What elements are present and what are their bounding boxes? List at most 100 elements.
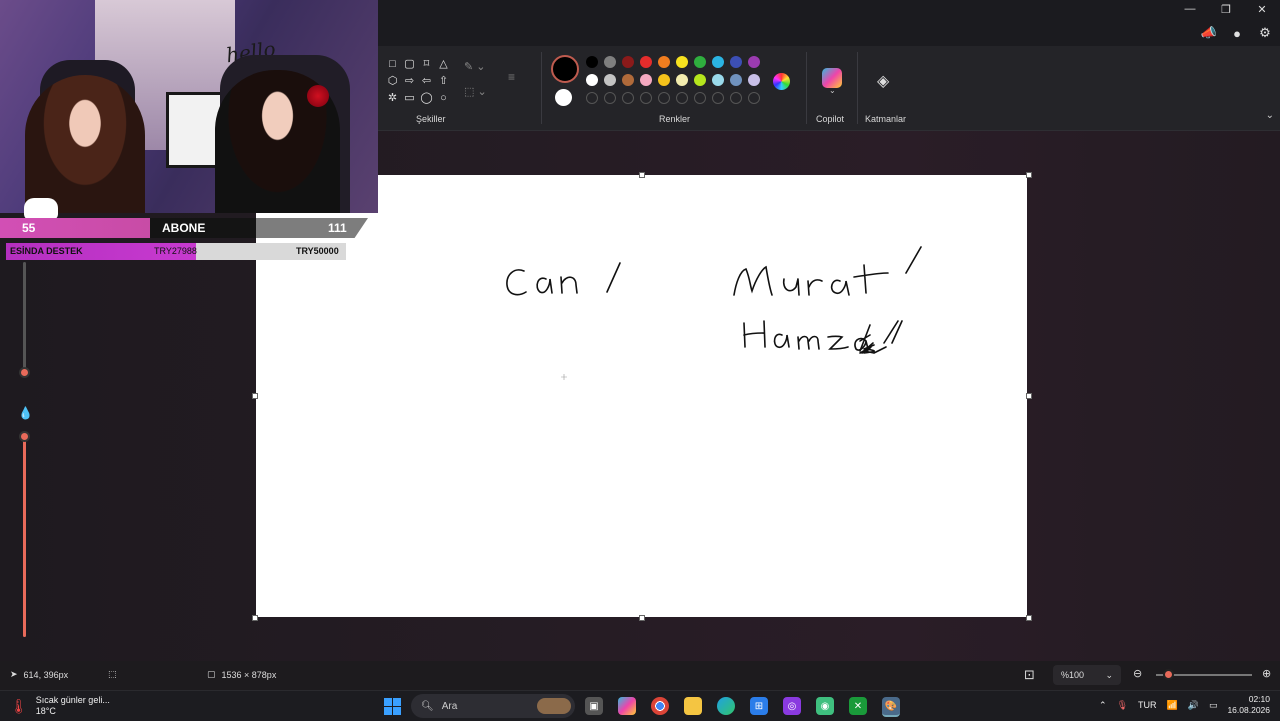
polygon-shape-icon[interactable]: ⌑: [418, 56, 435, 71]
triangle-shape-icon[interactable]: △: [435, 56, 452, 71]
layers-icon[interactable]: ◈: [877, 71, 889, 91]
copilot-icon[interactable]: [822, 68, 842, 88]
opacity-knob[interactable]: [19, 431, 30, 442]
weather-widget[interactable]: 🌡 Sıcak günler geli... 18°C: [10, 695, 110, 717]
resize-handle[interactable]: [252, 615, 258, 621]
resize-handle[interactable]: [1026, 172, 1032, 178]
zoom-dropdown[interactable]: %100 ⌄: [1053, 665, 1121, 685]
color-swatch[interactable]: [712, 56, 724, 68]
close-button[interactable]: ✕: [1244, 0, 1280, 18]
clock[interactable]: 02:10 16.08.2026: [1227, 694, 1270, 716]
subscriber-goal: 111: [328, 221, 347, 235]
edge-icon[interactable]: [717, 697, 735, 715]
task-view-icon[interactable]: ▣: [585, 697, 603, 715]
maximize-button[interactable]: ❐: [1208, 0, 1244, 18]
callout-shape-icon[interactable]: ▭: [401, 90, 418, 105]
copilot-app-icon[interactable]: [618, 697, 636, 715]
discord-icon[interactable]: ◉: [816, 697, 834, 715]
color-swatch[interactable]: [640, 74, 652, 86]
streaming-app-icon[interactable]: ◎: [783, 697, 801, 715]
color-swatch[interactable]: [622, 74, 634, 86]
chrome-icon[interactable]: [651, 697, 669, 715]
custom-color-slot[interactable]: [730, 92, 742, 104]
color-swatch[interactable]: [694, 74, 706, 86]
brush-size-slider[interactable]: [23, 262, 26, 374]
canvas-size-icon: ▢: [207, 669, 216, 679]
volume-icon[interactable]: 🔊: [1188, 700, 1199, 711]
color-swatch[interactable]: [730, 56, 742, 68]
color-swatch[interactable]: [748, 74, 760, 86]
color-swatch[interactable]: [586, 74, 598, 86]
custom-color-slot[interactable]: [658, 92, 670, 104]
chevron-up-icon[interactable]: ⌃: [1099, 700, 1107, 711]
zoom-in-icon[interactable]: ⊕: [1262, 667, 1271, 680]
battery-icon[interactable]: ▭: [1209, 700, 1218, 711]
rounded-rect-shape-icon[interactable]: ▢: [401, 56, 418, 71]
star-shape-icon[interactable]: ✲: [384, 90, 401, 105]
shape-fill-icon[interactable]: ⬚ ⌄: [464, 85, 487, 98]
resize-handle[interactable]: [1026, 393, 1032, 399]
custom-color-slot[interactable]: [586, 92, 598, 104]
resize-handle[interactable]: [1026, 615, 1032, 621]
zoom-out-icon[interactable]: ⊖: [1133, 667, 1142, 680]
stroke-size-icon[interactable]: ≡: [508, 70, 515, 84]
cloud-callout-shape-icon[interactable]: ○: [435, 90, 452, 105]
color-swatch[interactable]: [676, 56, 688, 68]
color-swatch[interactable]: [676, 74, 688, 86]
chevron-down-icon: ⌄: [1105, 669, 1113, 680]
custom-color-slot[interactable]: [748, 92, 760, 104]
color-swatch[interactable]: [712, 74, 724, 86]
right-arrow-shape-icon[interactable]: ⇨: [401, 73, 418, 88]
zoom-slider-knob[interactable]: [1163, 669, 1174, 680]
minimize-button[interactable]: —: [1172, 0, 1208, 18]
rectangle-shape-icon[interactable]: □: [384, 56, 401, 71]
language-indicator[interactable]: TUR: [1138, 700, 1157, 710]
color-swatch[interactable]: [640, 56, 652, 68]
custom-color-slot[interactable]: [622, 92, 634, 104]
secondary-color[interactable]: [555, 89, 572, 106]
layers-button-label[interactable]: Katmanlar: [865, 114, 906, 124]
resize-handle[interactable]: [639, 615, 645, 621]
color-swatch[interactable]: [658, 74, 670, 86]
oval-callout-shape-icon[interactable]: ◯: [418, 90, 435, 105]
hexagon-shape-icon[interactable]: ⬡: [384, 73, 401, 88]
settings-icon[interactable]: ⚙: [1256, 24, 1274, 42]
color-swatch[interactable]: [658, 56, 670, 68]
custom-color-slot[interactable]: [676, 92, 688, 104]
drawing-canvas[interactable]: [256, 175, 1027, 617]
taskbar-search[interactable]: 🔍︎ Ara: [411, 694, 575, 718]
up-arrow-shape-icon[interactable]: ⇧: [435, 73, 452, 88]
file-explorer-icon[interactable]: [684, 697, 702, 715]
chevron-down-icon[interactable]: ⌄: [829, 86, 836, 95]
microphone-icon[interactable]: 🎙: [1117, 700, 1128, 711]
color-swatch[interactable]: [748, 56, 760, 68]
search-highlight-icon: [537, 698, 571, 714]
copilot-button-label[interactable]: Copilot: [816, 114, 844, 124]
color-swatch[interactable]: [586, 56, 598, 68]
custom-color-slot[interactable]: [694, 92, 706, 104]
resize-handle[interactable]: [252, 393, 258, 399]
color-swatch[interactable]: [604, 74, 616, 86]
fit-to-window-icon[interactable]: ⊡: [1024, 667, 1035, 683]
custom-color-slot[interactable]: [604, 92, 616, 104]
edit-colors-icon[interactable]: [773, 73, 790, 90]
color-swatch[interactable]: [694, 56, 706, 68]
megaphone-icon[interactable]: 📣: [1200, 24, 1218, 42]
resize-handle[interactable]: [639, 172, 645, 178]
custom-color-slot[interactable]: [712, 92, 724, 104]
custom-color-slot[interactable]: [640, 92, 652, 104]
xbox-icon[interactable]: ✕: [849, 697, 867, 715]
store-icon[interactable]: ⊞: [750, 697, 768, 715]
paint-app-icon[interactable]: 🎨: [882, 697, 900, 717]
primary-color[interactable]: [551, 55, 579, 83]
wifi-icon[interactable]: 📶: [1167, 700, 1178, 711]
left-arrow-shape-icon[interactable]: ⇦: [418, 73, 435, 88]
color-swatch[interactable]: [622, 56, 634, 68]
expand-ribbon-icon[interactable]: ⌄: [1266, 110, 1274, 121]
account-icon[interactable]: ●: [1228, 24, 1246, 42]
start-button[interactable]: [384, 698, 401, 715]
color-swatch[interactable]: [730, 74, 742, 86]
color-swatch[interactable]: [604, 56, 616, 68]
brush-size-knob[interactable]: [19, 367, 30, 378]
shape-outline-icon[interactable]: ✎ ⌄: [464, 60, 487, 73]
